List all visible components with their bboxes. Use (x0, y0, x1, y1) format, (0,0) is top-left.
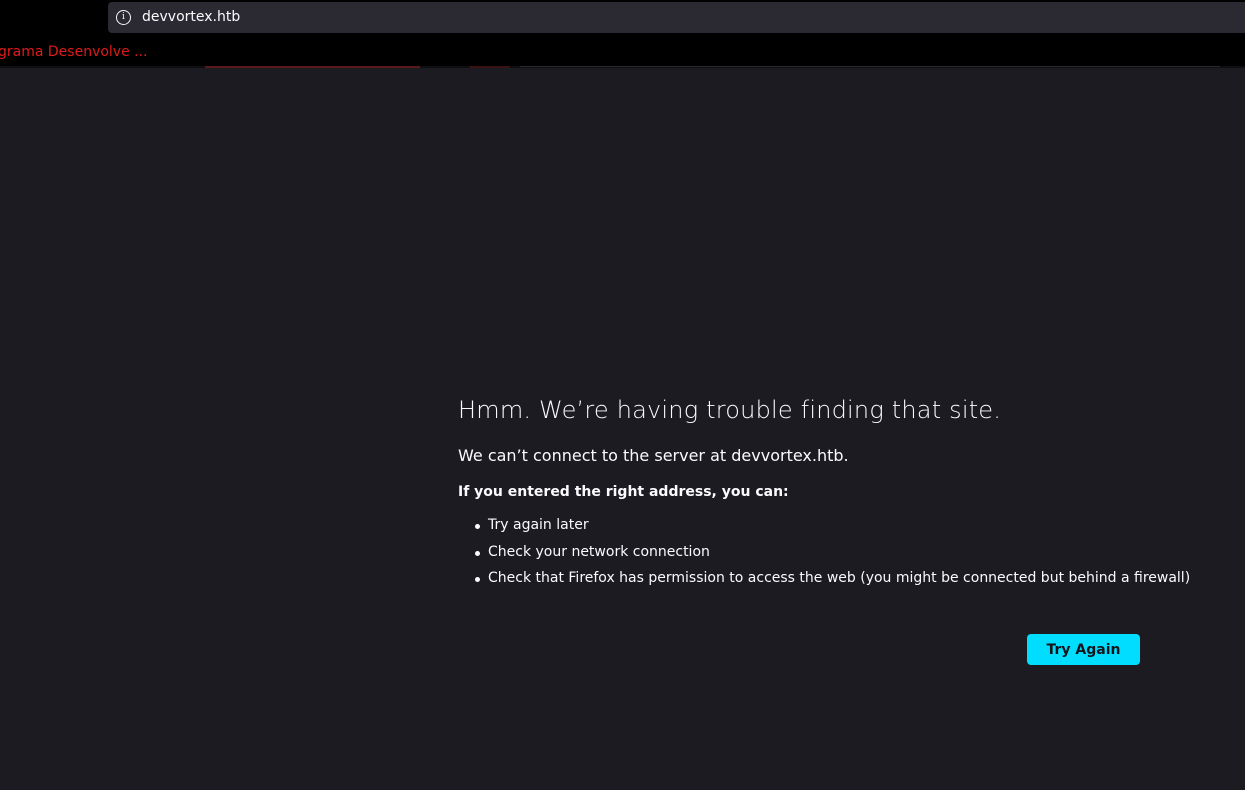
advice-item: Check that Firefox has permission to acc… (458, 565, 1218, 592)
url-bar[interactable]: i devvortex.htb (108, 2, 1245, 33)
info-icon[interactable]: i (116, 10, 131, 25)
advice-list: Try again later Check your network conne… (458, 512, 1218, 592)
try-again-button[interactable]: Try Again (1027, 634, 1140, 665)
error-title: Hmm. We’re having trouble finding that s… (458, 396, 1002, 424)
strip-segment (205, 66, 420, 68)
advice-heading: If you entered the right address, you ca… (458, 484, 789, 500)
browser-toolbar: i devvortex.htb grama Desenvolve ... (0, 0, 1245, 68)
strip-segment (520, 66, 1220, 67)
tab-strip-remnant (0, 66, 1245, 68)
url-text[interactable]: devvortex.htb (142, 9, 240, 25)
bookmark-item[interactable]: grama Desenvolve ... (0, 44, 148, 60)
error-content: Hmm. We’re having trouble finding that s… (458, 396, 1218, 592)
strip-segment (470, 66, 510, 68)
error-subtitle: We can’t connect to the server at devvor… (458, 446, 849, 465)
advice-item: Try again later (458, 512, 1218, 539)
advice-item: Check your network connection (458, 539, 1218, 566)
